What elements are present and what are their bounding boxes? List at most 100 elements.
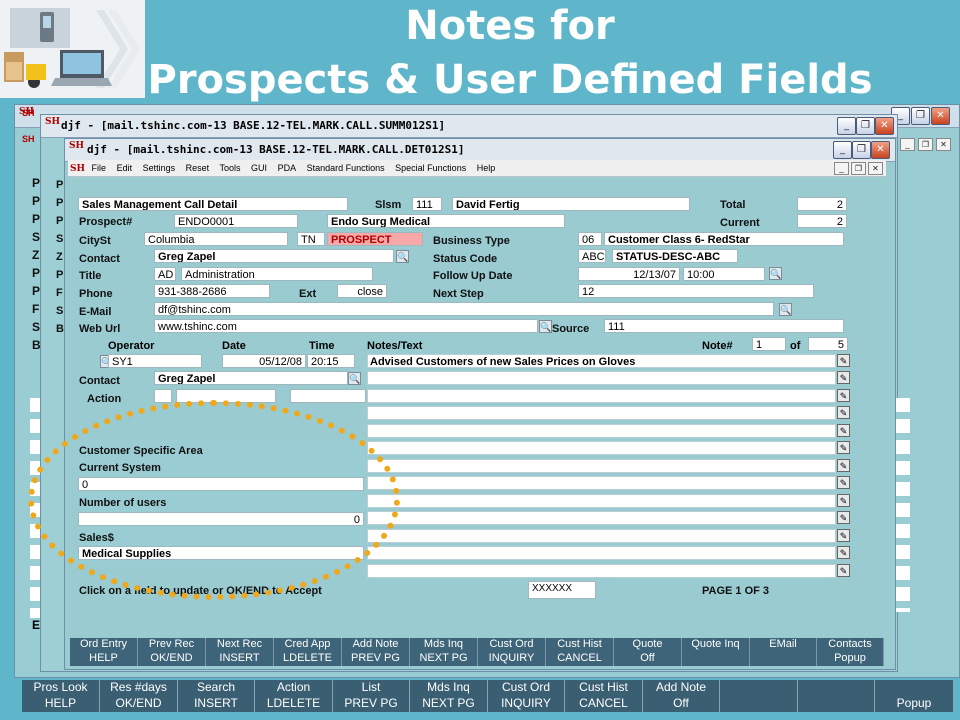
note-edit-button[interactable]: ✎ xyxy=(837,476,850,489)
fkey-popup[interactable]: Popup xyxy=(817,652,884,666)
outer-fkey-pros-look[interactable]: Pros Look xyxy=(22,680,100,696)
fkey-blank-2[interactable] xyxy=(750,652,817,666)
contact-lookup-icon[interactable]: 🔍 xyxy=(396,250,409,263)
fkey-contacts[interactable]: Contacts xyxy=(817,638,884,652)
outer-fkey-cust-ord[interactable]: Cust Ord xyxy=(488,680,565,696)
action-field-2[interactable] xyxy=(176,389,276,403)
outer-fkey-res-days[interactable]: Res #days xyxy=(100,680,178,696)
fkey-next-pg[interactable]: NEXT PG xyxy=(410,652,478,666)
outer-fkey-search[interactable]: Search xyxy=(178,680,255,696)
action-field-1[interactable] xyxy=(154,389,172,403)
outer-fkey-ldelete[interactable]: LDELETE xyxy=(255,696,333,712)
outer-fkey-next-pg[interactable]: NEXT PG xyxy=(410,696,488,712)
outer-fkey-mds-inq[interactable]: Mds Inq xyxy=(410,680,488,696)
note-edit-button[interactable]: ✎ xyxy=(837,371,850,384)
outer-fkey-add-note[interactable]: Add Note xyxy=(643,680,720,696)
menu-reset[interactable]: Reset xyxy=(186,163,210,173)
fkey-add-note[interactable]: Add Note xyxy=(342,638,410,652)
note-contact-lookup-icon[interactable]: 🔍 xyxy=(348,372,361,385)
note-edit-button[interactable]: ✎ xyxy=(837,441,850,454)
outer-fkey-list[interactable]: List xyxy=(333,680,410,696)
detail-close-button[interactable]: ✕ xyxy=(871,141,890,159)
menu-edit[interactable]: Edit xyxy=(117,163,133,173)
city-field[interactable]: Columbia xyxy=(144,232,288,246)
title-code-field[interactable]: AD xyxy=(154,267,176,281)
outer-fkey-popup[interactable]: Popup xyxy=(875,696,954,712)
note-line-12[interactable] xyxy=(367,546,836,560)
fkey-off[interactable]: Off xyxy=(614,652,682,666)
follow-up-time-field[interactable]: 10:00 xyxy=(683,267,765,281)
menu-settings[interactable]: Settings xyxy=(143,163,176,173)
fkey-prev-pg[interactable]: PREV PG xyxy=(342,652,410,666)
prospect-id-field[interactable]: ENDO0001 xyxy=(174,214,298,228)
weburl-field[interactable]: www.tshinc.com xyxy=(154,319,538,333)
contact-field[interactable]: Greg Zapel xyxy=(154,249,394,263)
outer-fkey-help[interactable]: HELP xyxy=(22,696,100,712)
source-field[interactable]: 111 xyxy=(604,319,844,333)
weburl-lookup-icon[interactable]: 🔍 xyxy=(539,320,552,333)
fkey-ord-entry[interactable]: Ord Entry xyxy=(70,638,138,652)
summary-restore-button[interactable]: ❐ xyxy=(856,117,875,135)
outer-fkey-blank-2[interactable] xyxy=(798,680,875,696)
outer-fkey-insert[interactable]: INSERT xyxy=(178,696,255,712)
note-edit-button[interactable]: ✎ xyxy=(837,494,850,507)
fkey-ldelete[interactable]: LDELETE xyxy=(274,652,342,666)
state-field[interactable]: TN xyxy=(297,232,325,246)
summary-close-button[interactable]: ✕ xyxy=(875,117,894,135)
follow-up-lookup-icon[interactable]: 🔍 xyxy=(769,267,782,280)
note-line-6[interactable] xyxy=(367,441,836,455)
note-date-field[interactable]: 05/12/08 xyxy=(222,354,306,368)
fkey-cred-app[interactable]: Cred App xyxy=(274,638,342,652)
fkey-cust-ord[interactable]: Cust Ord xyxy=(478,638,546,652)
note-number-field[interactable]: 1 xyxy=(752,337,786,351)
fkey-cust-hist[interactable]: Cust Hist xyxy=(546,638,614,652)
close-button[interactable]: ✕ xyxy=(931,107,950,125)
ext-field[interactable]: close xyxy=(337,284,387,298)
back-close-button[interactable]: ✕ xyxy=(936,138,951,151)
summary-minimize-button[interactable]: _ xyxy=(837,117,856,135)
fkey-quote[interactable]: Quote xyxy=(614,638,682,652)
operator-field[interactable]: SY1 xyxy=(108,354,202,368)
note-line-7[interactable] xyxy=(367,459,836,473)
outer-fkey-cancel[interactable]: CANCEL xyxy=(565,696,643,712)
status-code-field[interactable]: ABC xyxy=(578,249,606,263)
menu-tools[interactable]: Tools xyxy=(220,163,241,173)
note-line-3[interactable] xyxy=(367,389,836,403)
outer-fkey-prev-pg[interactable]: PREV PG xyxy=(333,696,410,712)
menu-gui[interactable]: GUI xyxy=(251,163,267,173)
slsm-name-field[interactable]: David Fertig xyxy=(452,197,690,211)
prospect-name-field[interactable]: Endo Surg Medical xyxy=(327,214,565,228)
fkey-cancel[interactable]: CANCEL xyxy=(546,652,614,666)
action-field-3[interactable] xyxy=(290,389,366,403)
back-restore-button[interactable]: ❐ xyxy=(918,138,933,151)
fkey-insert[interactable]: INSERT xyxy=(206,652,274,666)
note-edit-button[interactable]: ✎ xyxy=(837,354,850,367)
note-line-8[interactable] xyxy=(367,476,836,490)
note-contact-field[interactable]: Greg Zapel xyxy=(154,371,348,385)
menu-minimize-button[interactable]: _ xyxy=(834,162,849,175)
current-system-field[interactable]: 0 xyxy=(78,477,364,491)
note-edit-button[interactable]: ✎ xyxy=(837,424,850,437)
note-edit-button[interactable]: ✎ xyxy=(837,529,850,542)
outer-fkey-action[interactable]: Action xyxy=(255,680,333,696)
detail-minimize-button[interactable]: _ xyxy=(833,141,852,159)
fkey-prev-rec[interactable]: Prev Rec xyxy=(138,638,206,652)
note-line-4[interactable] xyxy=(367,406,836,420)
note-line-5[interactable] xyxy=(367,424,836,438)
sales-field[interactable]: Medical Supplies xyxy=(78,546,364,560)
note-line-9[interactable] xyxy=(367,494,836,508)
fkey-email[interactable]: EMail xyxy=(750,638,817,652)
outer-fkey-blank-5[interactable] xyxy=(798,696,875,712)
fkey-blank-1[interactable] xyxy=(682,652,750,666)
menu-restore-button[interactable]: ❐ xyxy=(851,162,866,175)
menu-help[interactable]: Help xyxy=(477,163,496,173)
slsm-code-field[interactable]: 111 xyxy=(412,197,442,211)
restore-button[interactable]: ❐ xyxy=(911,107,930,125)
fkey-mds-inq[interactable]: Mds Inq xyxy=(410,638,478,652)
note-line-13[interactable] xyxy=(367,564,836,578)
note-edit-button[interactable]: ✎ xyxy=(837,459,850,472)
fkey-inquiry[interactable]: INQUIRY xyxy=(478,652,546,666)
phone-field[interactable]: 931-388-2686 xyxy=(154,284,270,298)
outer-fkey-blank-1[interactable] xyxy=(720,680,798,696)
num-users-field[interactable]: 0 xyxy=(78,512,364,526)
